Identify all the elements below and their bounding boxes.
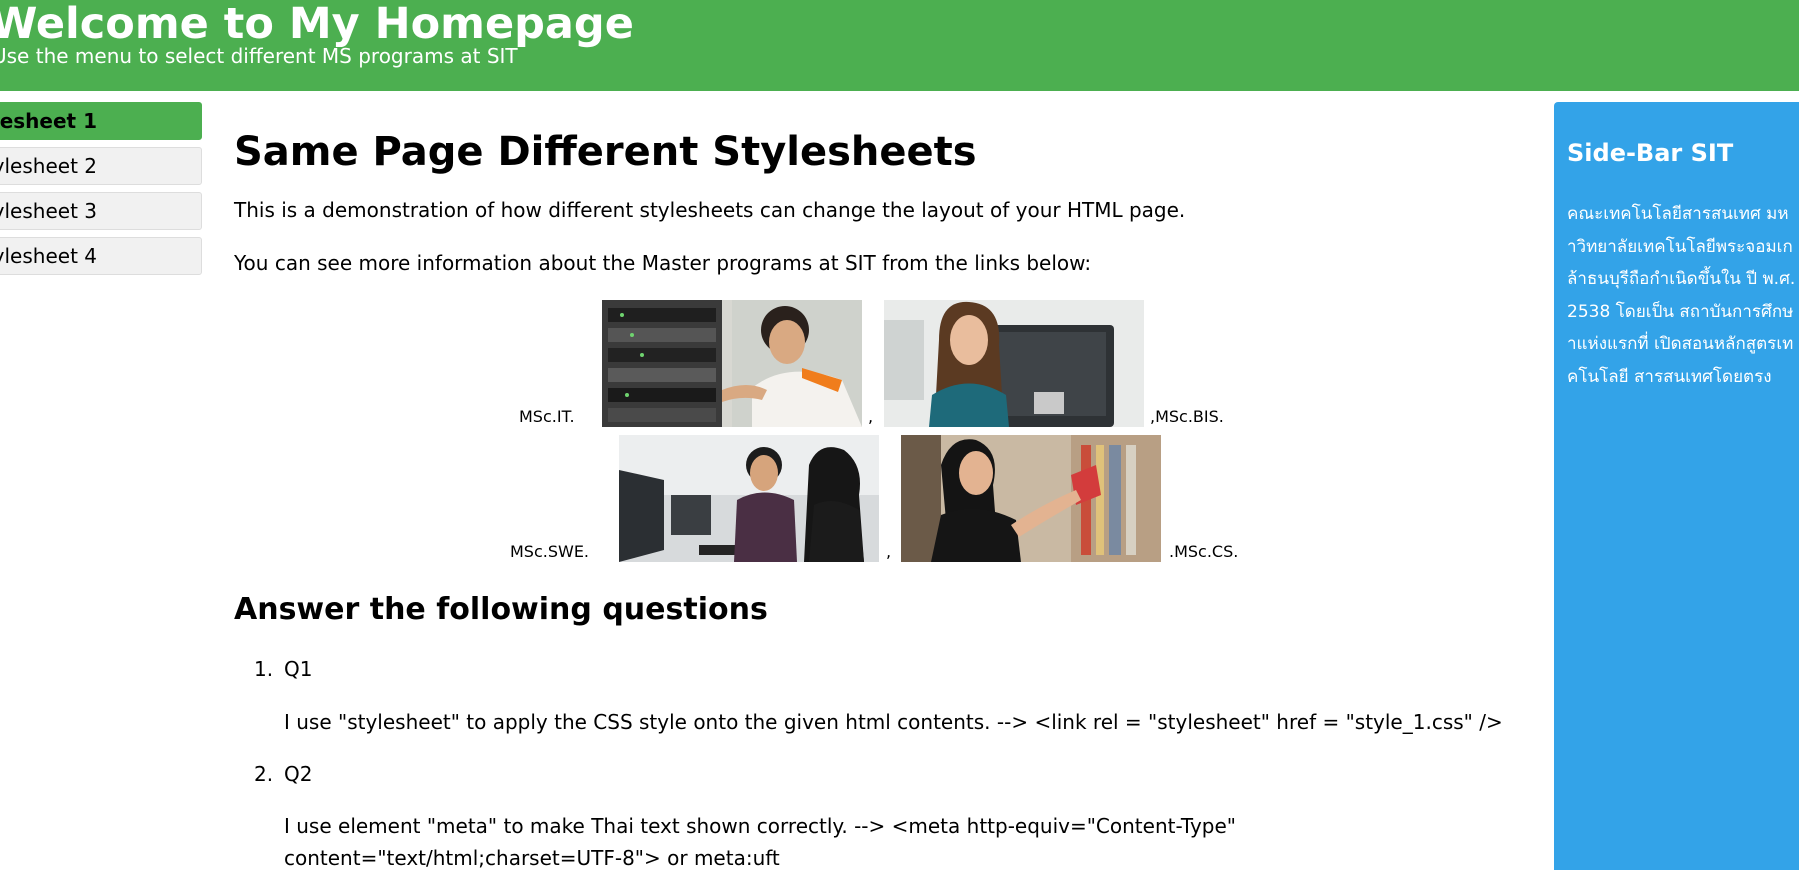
- menu-item-label: Stylesheet 4: [0, 244, 97, 268]
- menu-item-label: Stylesheet 3: [0, 199, 97, 223]
- menu-item-stylesheet-3[interactable]: Stylesheet 3: [0, 192, 202, 230]
- page: Welcome to My Homepage Use the menu to s…: [0, 0, 1799, 870]
- msc-bis-label: ,MSc.BIS.: [1150, 407, 1224, 426]
- msc-bis-image-link[interactable]: [884, 300, 1144, 427]
- separator-1: ,: [868, 407, 874, 426]
- menu-item-stylesheet-1[interactable]: Stylesheet 1: [0, 102, 202, 140]
- page-title: Same Page Different Stylesheets: [234, 129, 977, 175]
- server-technician-image: [602, 300, 862, 427]
- msc-cs-image-link[interactable]: [901, 435, 1161, 562]
- questions-heading: Answer the following questions: [234, 592, 768, 627]
- menu-item-stylesheet-2[interactable]: Stylesheet 2: [0, 147, 202, 185]
- menu-item-label: Stylesheet 2: [0, 154, 97, 178]
- sidebar: Side-Bar SIT คณะเทคโนโลยีสารสนเทศ มหาวิท…: [1554, 102, 1799, 870]
- computer-lab-image: [619, 435, 879, 562]
- question-1-answer: I use "stylesheet" to apply the CSS styl…: [284, 710, 1503, 734]
- sidebar-title: Side-Bar SIT: [1567, 139, 1734, 167]
- links-intro-text: You can see more information about the M…: [234, 251, 1092, 275]
- header-title: Welcome to My Homepage: [0, 0, 634, 49]
- intro-text: This is a demonstration of how different…: [234, 198, 1186, 222]
- msc-swe-image-link[interactable]: [619, 435, 879, 562]
- header-subtitle: Use the menu to select different MS prog…: [0, 44, 518, 68]
- question-1-number: 1.: [254, 657, 274, 681]
- header: Welcome to My Homepage Use the menu to s…: [0, 0, 1799, 91]
- question-2-answer: I use element "meta" to make Thai text s…: [284, 814, 1236, 870]
- question-2-label: Q2: [284, 762, 313, 786]
- menu-item-stylesheet-4[interactable]: Stylesheet 4: [0, 237, 202, 275]
- msc-it-label: MSc.IT.: [519, 407, 575, 426]
- separator-2: ,: [886, 542, 892, 561]
- question-2-number: 2.: [254, 762, 274, 786]
- question-1-label: Q1: [284, 657, 313, 681]
- menu-item-label: Stylesheet 1: [0, 109, 97, 133]
- library-student-image: [901, 435, 1161, 562]
- office-worker-image: [884, 300, 1144, 427]
- sidebar-text: คณะเทคโนโลยีสารสนเทศ มหาวิทยาลัยเทคโนโลย…: [1567, 204, 1796, 387]
- msc-swe-label: MSc.SWE.: [510, 542, 590, 561]
- msc-cs-label: .MSc.CS.: [1169, 542, 1239, 561]
- msc-it-image-link[interactable]: [602, 300, 862, 427]
